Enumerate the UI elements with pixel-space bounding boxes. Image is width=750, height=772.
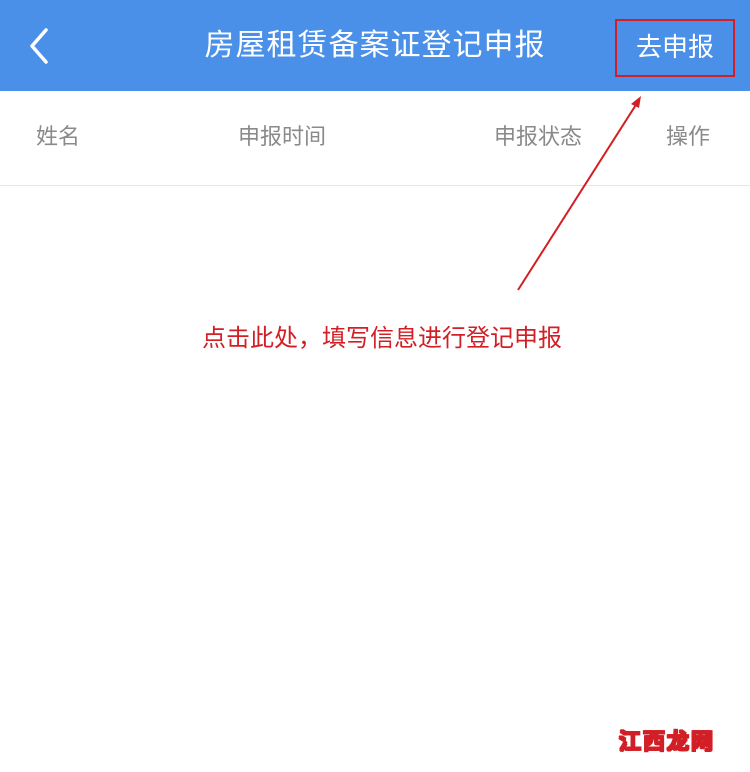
chevron-left-icon	[30, 28, 48, 64]
annotation-text: 点击此处，填写信息进行登记申报	[202, 324, 562, 352]
back-button[interactable]	[22, 22, 62, 70]
column-header-report-time: 申报时间	[238, 125, 327, 150]
page-title: 房屋租赁备案证登记申报	[204, 28, 546, 63]
table-header: 姓名 申报时间 申报状态 操作	[0, 91, 750, 186]
column-header-name: 姓名	[36, 125, 81, 150]
column-header-action: 操作	[666, 125, 711, 150]
go-report-button[interactable]: 去申报	[616, 20, 734, 76]
watermark-logo: 江西龙网	[618, 730, 715, 756]
top-navigation-bar: 房屋租赁备案证登记申报 去申报	[0, 0, 750, 91]
column-header-report-status: 申报状态	[494, 125, 583, 150]
